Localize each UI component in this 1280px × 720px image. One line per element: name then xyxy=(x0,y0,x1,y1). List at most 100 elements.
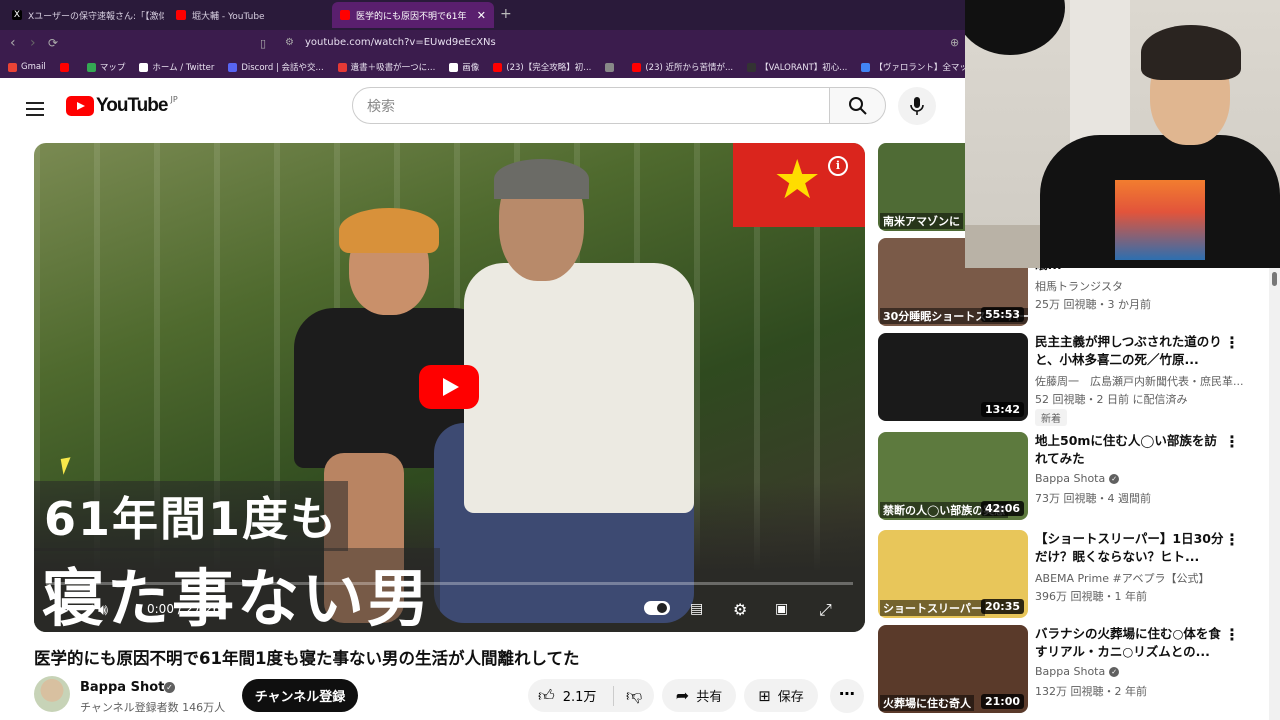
bookmark-item[interactable]: Discord | 会話や交... xyxy=(228,61,324,73)
voice-search-button[interactable] xyxy=(898,87,936,125)
autoplay-toggle[interactable] xyxy=(644,601,670,615)
recommendation-channel[interactable]: Bappa Shota ✓ xyxy=(1035,665,1120,678)
save-playlist-icon: ⊞ xyxy=(758,686,771,705)
video-player[interactable]: ★ i 61年間1度も 寝た事ない男 ▶ 🔊︎ 0:00 / 27:26 ▤ ⚙… xyxy=(34,143,865,632)
bookmark-favicon-icon xyxy=(8,62,17,72)
bookmark-favicon-icon xyxy=(605,62,615,72)
bookmark-item[interactable]: 遺書＋吸書が一つに... xyxy=(337,61,435,73)
bookmark-item[interactable]: マップ xyxy=(86,61,125,73)
recommendation-item[interactable]: ショートスリーパー 20:35 【ショートスリーパー】1日30分だけ？眠くならない？… xyxy=(878,530,1268,620)
recommendation-item[interactable]: 13:42 民主主義が押しつぶされた道のりと、小林多喜二の死／竹原... 佐藤周一 … xyxy=(878,333,1268,426)
forward-icon[interactable]: › xyxy=(30,35,36,51)
browser-tab-2[interactable]: 堀大輔 - YouTube xyxy=(168,2,328,28)
bookmark-favicon-icon xyxy=(632,62,642,72)
bookmark-item[interactable]: (23)【完全攻略】初... xyxy=(493,61,591,73)
more-options-icon[interactable]: ⋮ xyxy=(1224,625,1240,644)
flag-star-icon: ★ xyxy=(773,148,822,211)
bookmark-label: Discord | 会話や交... xyxy=(241,63,324,73)
site-settings-icon[interactable]: ⚙ xyxy=(285,37,294,48)
scrollbar-thumb[interactable] xyxy=(1272,272,1277,286)
player-controls: ▶ 🔊︎ 0:00 / 27:26 ▤ ⚙ ▣ ⤢ xyxy=(34,582,865,632)
bookmark-item[interactable] xyxy=(605,62,618,72)
channel-name[interactable]: Bappa Shota xyxy=(80,680,173,695)
bookmark-item[interactable]: 【ヴァロラント】全マップ... xyxy=(861,61,965,73)
recommendation-channel[interactable]: ABEMA Prime #アベプラ【公式】 xyxy=(1035,570,1210,586)
recommendation-title[interactable]: 【ショートスリーパー】1日30分だけ？眠くならない？ヒト... xyxy=(1035,530,1225,566)
duration-badge: 20:35 xyxy=(980,599,1024,614)
channel-label: ABEMA Prime #アベプラ【公式】 xyxy=(1035,572,1210,585)
bookmark-label: 【ヴァロラント】全マップ... xyxy=(874,63,965,73)
url-field[interactable]: youtube.com/watch?v=EUwd9eEcXNs xyxy=(305,37,496,48)
channel-label: 相馬トランジスタ xyxy=(1035,280,1123,293)
like-button[interactable]: 👍︎ 2.1万 xyxy=(528,685,614,706)
bookmark-item[interactable]: (23) 近所から苦情が... xyxy=(632,61,733,73)
recommendation-thumbnail[interactable]: ショートスリーパー 20:35 xyxy=(878,530,1028,618)
bookmark-favicon-icon xyxy=(493,62,503,72)
recommendation-meta: 73万 回視聴・4 週間前 xyxy=(1035,492,1151,505)
info-icon[interactable]: i xyxy=(828,156,848,176)
bookmark-icon[interactable]: ▯ xyxy=(260,37,266,50)
bookmarks-bar: Gmail マップ ホーム / Twitter Discord | 会話や交... 遺書… xyxy=(0,56,965,78)
duration-badge: 13:42 xyxy=(980,402,1024,417)
recommendation-item[interactable]: 禁断の人◯い部族の実態 42:06 地上50mに住む人◯い部族を訪れてみた Bappa… xyxy=(878,432,1268,522)
recommendation-thumbnail[interactable]: 火葬場に住む奇人 21:00 xyxy=(878,625,1028,713)
settings-gear-icon[interactable]: ⚙ xyxy=(733,600,747,619)
back-icon[interactable]: ‹ xyxy=(10,35,16,51)
recommendation-title[interactable]: バラナシの火葬場に住む○体を食すリアル・カニ○リズムとの... xyxy=(1035,625,1225,661)
channel-label: 佐藤周一 広島瀬戸内新聞代表・庶民革... xyxy=(1035,375,1244,388)
search-input[interactable]: 検索 xyxy=(352,87,830,124)
bookmark-item[interactable]: 画像 xyxy=(449,61,479,73)
bookmark-favicon-icon xyxy=(449,62,459,72)
recommendation-channel[interactable]: 佐藤周一 広島瀬戸内新聞代表・庶民革... xyxy=(1035,373,1244,389)
browser-tab-1[interactable]: X Xユーザーの保守速報さん:「【激似】キルギ xyxy=(4,2,164,28)
more-options-icon[interactable]: ⋮ xyxy=(1224,432,1240,451)
bookmark-label: 【VALORANT】初心... xyxy=(760,63,848,73)
recommendation-title[interactable]: 地上50mに住む人◯い部族を訪れてみた xyxy=(1035,432,1225,468)
bookmark-item[interactable]: ホーム / Twitter xyxy=(139,61,214,73)
bookmark-item[interactable]: Gmail xyxy=(8,62,46,72)
thumbnail-caption: 火葬場に住む奇人 xyxy=(880,695,974,711)
bookmark-label: Gmail xyxy=(21,62,46,72)
recommendation-item[interactable]: 火葬場に住む奇人 21:00 バラナシの火葬場に住む○体を食すリアル・カニ○リズムと… xyxy=(878,625,1268,715)
bookmark-item[interactable] xyxy=(59,62,73,72)
fullscreen-icon[interactable]: ⤢ xyxy=(819,600,832,620)
browser-tab-3-active[interactable]: 医学的にも原因不明で61年間1度 ✕ xyxy=(332,2,494,28)
more-options-icon[interactable]: ⋮ xyxy=(1224,530,1240,549)
bookmark-item[interactable]: 【VALORANT】初心... xyxy=(747,61,847,73)
youtube-logo[interactable]: YouTube JP xyxy=(66,95,178,117)
search-button[interactable] xyxy=(829,87,886,124)
recommendation-thumbnail[interactable]: 13:42 xyxy=(878,333,1028,421)
close-tab-icon[interactable]: ✕ xyxy=(477,9,486,22)
zoom-icon[interactable]: ⊕ xyxy=(950,36,959,49)
new-badge: 新着 xyxy=(1035,409,1067,426)
bookmark-favicon-icon xyxy=(139,62,149,72)
share-button[interactable]: ➦ 共有 xyxy=(662,679,736,712)
recommendation-channel[interactable]: 相馬トランジスタ xyxy=(1035,278,1123,294)
progress-bar[interactable] xyxy=(46,582,853,585)
recommendation-channel[interactable]: Bappa Shota ✓ xyxy=(1035,472,1120,485)
reload-icon[interactable]: ⟳ xyxy=(48,36,58,50)
thumbnail-caption: 南米アマゾンに xyxy=(880,213,963,229)
dislike-button[interactable]: 👎︎ xyxy=(614,686,642,706)
subscriber-count: チャンネル登録者数 146万人 xyxy=(80,701,226,714)
video-frame-person-right xyxy=(434,159,724,632)
channel-avatar[interactable] xyxy=(34,676,70,712)
subscribe-label: チャンネル登録 xyxy=(254,690,346,705)
menu-icon[interactable] xyxy=(26,98,44,120)
subscribe-button[interactable]: チャンネル登録 xyxy=(242,679,358,712)
more-options-icon[interactable]: ⋮ xyxy=(1224,333,1240,352)
recommendation-thumbnail[interactable]: 禁断の人◯い部族の実態 42:06 xyxy=(878,432,1028,520)
save-button[interactable]: ⊞ 保存 xyxy=(744,679,818,712)
play-icon[interactable]: ▶ xyxy=(56,600,68,619)
more-actions-button[interactable]: ⋯ xyxy=(830,679,864,713)
recommendation-title[interactable]: 民主主義が押しつぶされた道のりと、小林多喜二の死／竹原... xyxy=(1035,333,1225,369)
browser-tab-bar: X Xユーザーの保守速報さん:「【激似】キルギ 堀大輔 - YouTube 医学… xyxy=(0,0,965,30)
subtitles-icon[interactable]: ▤ xyxy=(690,601,703,617)
volume-icon[interactable]: 🔊︎ xyxy=(98,600,108,620)
scrollbar[interactable] xyxy=(1269,268,1280,720)
verified-check-icon: ✓ xyxy=(164,682,175,693)
big-play-button[interactable] xyxy=(419,365,479,409)
miniplayer-icon[interactable]: ▣ xyxy=(775,601,788,617)
new-tab-icon[interactable]: + xyxy=(500,6,512,22)
thumbs-up-icon: 👍︎ xyxy=(538,685,555,705)
